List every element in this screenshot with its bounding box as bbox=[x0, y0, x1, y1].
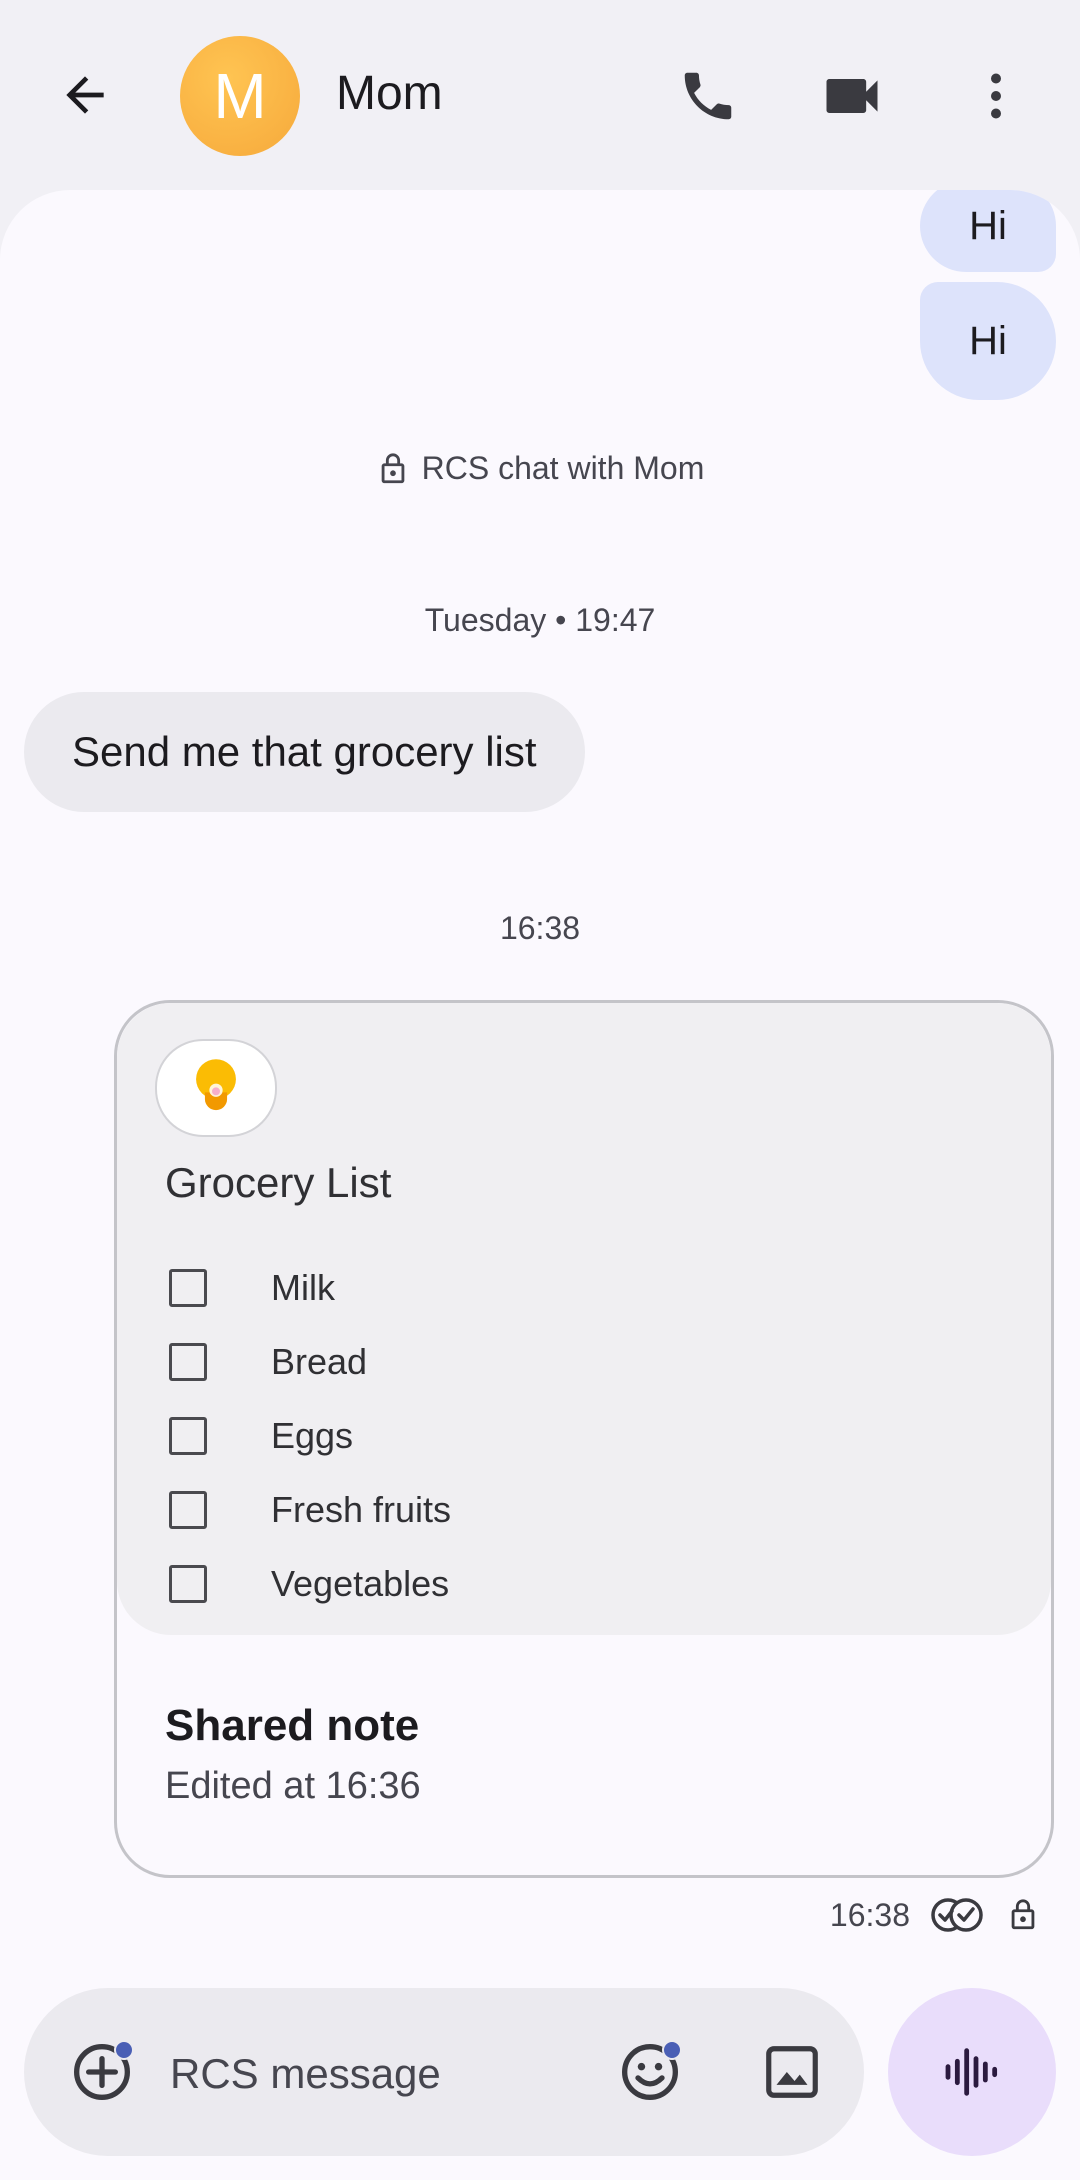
checklist-item-label: Bread bbox=[271, 1341, 368, 1382]
incoming-message[interactable]: Send me that grocery list bbox=[24, 692, 585, 812]
compose-bar bbox=[0, 1980, 1080, 2180]
checklist-item: Eggs bbox=[169, 1399, 451, 1473]
gallery-button[interactable] bbox=[754, 2034, 830, 2110]
videocam-icon bbox=[826, 79, 878, 113]
checklist-item: Fresh fruits bbox=[169, 1473, 451, 1547]
conversation-area[interactable]: Hi Hi RCS chat with Mom Tuesday • 19:47 … bbox=[0, 190, 1080, 1980]
image-icon bbox=[766, 2046, 818, 2098]
message-time: 16:38 bbox=[829, 1896, 910, 1933]
message-input[interactable] bbox=[168, 2038, 612, 2110]
arrow-back-icon bbox=[66, 76, 104, 114]
contact-name[interactable]: Mom bbox=[336, 66, 443, 121]
read-receipt-icon bbox=[931, 1898, 983, 1932]
keep-logo-chip bbox=[155, 1039, 277, 1137]
checklist-item: Bread bbox=[169, 1325, 451, 1399]
emoji-button[interactable] bbox=[612, 2034, 688, 2110]
notification-dot bbox=[662, 2040, 682, 2060]
checklist-item: Vegetables bbox=[169, 1547, 451, 1621]
avatar-letter: M bbox=[213, 60, 267, 132]
more-vert-icon bbox=[991, 73, 1001, 119]
note-title: Grocery List bbox=[165, 1159, 392, 1206]
lock-icon bbox=[381, 452, 404, 483]
lock-icon bbox=[1011, 1899, 1035, 1930]
message-text: Send me that grocery list bbox=[72, 728, 537, 775]
outgoing-message[interactable]: Hi bbox=[920, 282, 1056, 400]
note-preview: Grocery List Milk Bread Eggs Fresh fruit… bbox=[117, 1003, 1051, 1635]
top-app-bar: M Mom bbox=[0, 0, 1080, 190]
voice-call-button[interactable] bbox=[670, 58, 746, 134]
shared-note-card[interactable]: Grocery List Milk Bread Eggs Fresh fruit… bbox=[114, 1000, 1054, 1878]
checklist-item-label: Milk bbox=[271, 1267, 335, 1308]
more-options-button[interactable] bbox=[958, 58, 1034, 134]
contact-avatar[interactable]: M bbox=[180, 36, 300, 156]
checklist-item: Milk bbox=[169, 1251, 451, 1325]
checklist-item-label: Fresh fruits bbox=[271, 1489, 452, 1530]
date-separator: Tuesday • 19:47 bbox=[424, 602, 656, 638]
add-attachment-button[interactable] bbox=[64, 2034, 140, 2110]
checklist-item-label: Eggs bbox=[271, 1415, 354, 1456]
checkbox bbox=[169, 1417, 207, 1455]
checklist-item-label: Vegetables bbox=[271, 1563, 450, 1604]
phone-icon bbox=[684, 72, 732, 120]
voice-message-button[interactable] bbox=[888, 1988, 1056, 2156]
waveform-icon bbox=[945, 2048, 998, 2096]
rcs-chat-notice: RCS chat with Mom bbox=[0, 450, 1080, 487]
checkbox bbox=[169, 1565, 207, 1603]
rcs-notice-text: RCS chat with Mom bbox=[421, 450, 705, 486]
message-text: Hi bbox=[969, 203, 1007, 248]
video-call-button[interactable] bbox=[814, 58, 890, 134]
outgoing-message[interactable]: Hi bbox=[920, 190, 1056, 272]
note-edited-time: Edited at 16:36 bbox=[165, 1765, 421, 1807]
checklist: Milk Bread Eggs Fresh fruits Vegetables bbox=[169, 1251, 451, 1621]
message-status: 16:38 bbox=[830, 1895, 1040, 1935]
note-footer-title: Shared note bbox=[165, 1701, 420, 1750]
time-separator: 16:38 bbox=[499, 910, 581, 946]
checkbox bbox=[169, 1343, 207, 1381]
compose-field[interactable] bbox=[24, 1988, 864, 2156]
notification-dot bbox=[114, 2040, 134, 2060]
back-button[interactable] bbox=[50, 60, 120, 130]
lightbulb-icon bbox=[196, 1059, 236, 1111]
message-text: Hi bbox=[969, 318, 1007, 363]
checkbox bbox=[169, 1491, 207, 1529]
checkbox bbox=[169, 1269, 207, 1307]
